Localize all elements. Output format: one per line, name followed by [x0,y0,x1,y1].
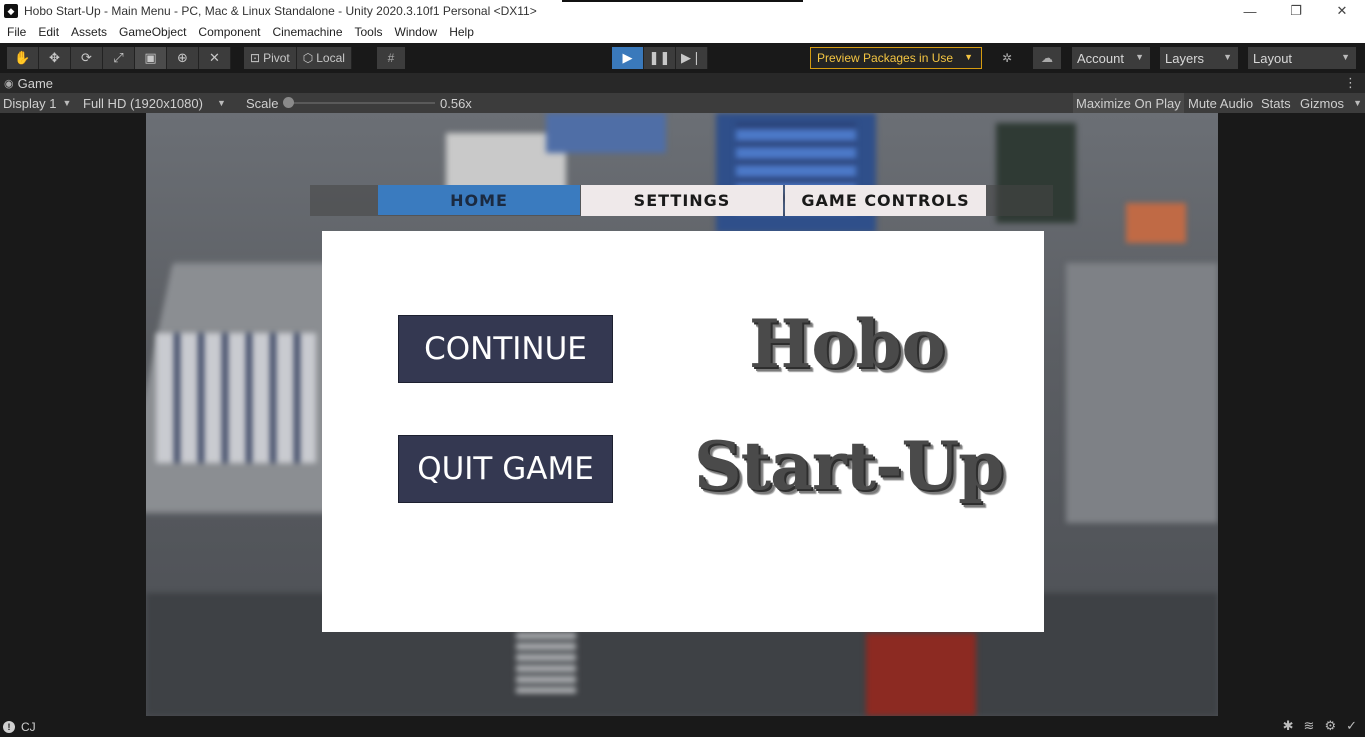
main-toolbar: ✋ ✥ ⟳ ⤢ ▣ ⊕ ✕ ⊡ Pivot ⬡ Local # ▶ ❚❚ ▶❘ Pr… [0,43,1365,73]
tab-home[interactable]: HOME [378,185,580,215]
status-bar: ! CJ ✱ ≋ ⚙ ✓ [0,716,1365,737]
check-icon[interactable]: ✓ [1346,718,1357,734]
play-button[interactable]: ▶ [612,47,644,69]
local-icon: ⬡ [302,51,314,65]
more-options-icon[interactable]: ⋮ [1344,75,1357,91]
resolution-dropdown[interactable]: Full HD (1920x1080) ▼ [83,93,226,113]
display-dropdown[interactable]: Display 1 ▼ [3,93,71,113]
layout-label: Layout [1253,50,1293,66]
menu-gameobject[interactable]: GameObject [113,22,192,43]
menu-window[interactable]: Window [389,22,444,43]
logo-line-2: Start-Up [694,427,1004,505]
rect-tool-icon[interactable]: ▣ [135,47,167,69]
grid-snap-icon[interactable]: # [377,47,405,69]
close-button[interactable]: ✕ [1319,0,1365,22]
menu-assets[interactable]: Assets [65,22,113,43]
maximize-on-play-toggle[interactable]: Maximize On Play [1073,93,1184,113]
menu-component[interactable]: Component [192,22,266,43]
resolution-label: Full HD (1920x1080) [83,95,203,111]
window-title-bar: ◆ Hobo Start-Up - Main Menu - PC, Mac & … [0,0,1365,22]
scale-tool-icon[interactable]: ⤢ [103,47,135,69]
account-label: Account [1077,50,1124,66]
unity-app-icon: ◆ [4,4,18,18]
pivot-group: ⊡ Pivot ⬡ Local [244,47,352,69]
cache-icon[interactable]: ≋ [1304,718,1315,734]
custom-tool-icon[interactable]: ✕ [199,47,231,69]
menu-tab-strip: HOME SETTINGS GAME CONTROLS [310,185,1053,216]
chevron-down-icon: ▼ [1135,52,1144,62]
pivot-label: Pivot [263,51,290,65]
preview-packages-label: Preview Packages in Use [817,51,954,65]
menu-help[interactable]: Help [443,22,480,43]
step-button[interactable]: ▶❘ [676,47,708,69]
display-label: Display 1 [3,95,57,111]
play-controls: ▶ ❚❚ ▶❘ [612,47,708,69]
tab-game-controls[interactable]: GAME CONTROLS [785,185,986,216]
bug-icon[interactable]: ✱ [1283,718,1294,734]
menu-file[interactable]: File [1,22,32,43]
chevron-down-icon: ▼ [1223,52,1232,62]
collab-icon[interactable]: ✲ [993,47,1021,69]
scene-orange-roof [1126,203,1186,243]
preview-packages-dropdown[interactable]: Preview Packages in Use ▼ [810,47,982,69]
transform-tool-icon[interactable]: ⊕ [167,47,199,69]
game-view-toolbar: Display 1 ▼ Full HD (1920x1080) ▼ Scale … [0,93,1365,113]
status-message[interactable]: ! CJ [3,720,36,734]
continue-button[interactable]: CONTINUE [398,315,613,383]
pivot-toggle[interactable]: ⊡ Pivot [244,47,297,69]
scene-red-building [866,633,976,716]
window-title: Hobo Start-Up - Main Menu - PC, Mac & Li… [24,4,537,18]
menu-cinemachine[interactable]: Cinemachine [266,22,348,43]
info-icon: ! [3,720,15,733]
game-view[interactable]: HOME SETTINGS GAME CONTROLS CONTINUE QUI… [146,113,1218,716]
transform-tools: ✋ ✥ ⟳ ⤢ ▣ ⊕ ✕ [7,47,231,69]
scale-slider-track[interactable] [289,102,435,104]
menu-tools[interactable]: Tools [349,22,389,43]
logo-line-1: Hobo [749,305,946,383]
mute-audio-toggle[interactable]: Mute Audio [1185,93,1256,113]
minimize-button[interactable]: — [1227,0,1273,22]
menu-bar: File Edit Assets GameObject Component Ci… [0,22,1365,43]
local-label: Local [316,51,345,65]
main-menu-panel: CONTINUE QUIT GAME Hobo Start-Up [322,231,1044,632]
scene-right-block [1066,263,1218,523]
pause-button[interactable]: ❚❚ [644,47,676,69]
pivot-icon: ⊡ [250,51,261,65]
tab-game[interactable]: ◉ Game [4,73,53,93]
gamepad-icon: ◉ [4,77,14,90]
cloud-icon[interactable]: ☁ [1033,47,1061,69]
gizmos-label: Gizmos [1300,95,1345,111]
scene-rooftop-grid [156,333,316,463]
quit-game-button[interactable]: QUIT GAME [398,435,613,503]
layers-dropdown[interactable]: Layers ▼ [1160,47,1238,69]
tab-settings[interactable]: SETTINGS [581,185,783,216]
layers-label: Layers [1165,50,1205,66]
gizmos-toggle[interactable]: Gizmos ▼ [1297,93,1365,113]
layout-dropdown[interactable]: Layout ▼ [1248,47,1356,69]
scale-value: 0.56x [440,95,472,111]
chevron-down-icon: ▼ [964,52,973,62]
menu-edit[interactable]: Edit [32,22,65,43]
restore-button[interactable]: ❐ [1273,0,1319,22]
scene-crosswalk [516,633,576,693]
chevron-down-icon: ▼ [1353,98,1362,108]
status-text: CJ [21,719,36,734]
chevron-down-icon: ▼ [216,98,226,108]
title-decoration [562,0,803,2]
hand-tool-icon[interactable]: ✋ [7,47,39,69]
stats-toggle[interactable]: Stats [1258,93,1294,113]
scene-blue-roof [546,113,666,153]
tab-game-label: Game [17,75,54,91]
chevron-down-icon: ▼ [1341,52,1350,62]
panel-tab-row: ◉ Game ⋮ [0,73,1365,93]
move-tool-icon[interactable]: ✥ [39,47,71,69]
rotate-tool-icon[interactable]: ⟳ [71,47,103,69]
chevron-down-icon: ▼ [62,98,72,108]
auto-generate-lighting-icon[interactable]: ⚙ [1324,718,1336,734]
account-dropdown[interactable]: Account ▼ [1072,47,1150,69]
scale-label: Scale [246,95,279,111]
local-toggle[interactable]: ⬡ Local [296,47,352,69]
scale-slider-handle[interactable] [283,97,294,108]
